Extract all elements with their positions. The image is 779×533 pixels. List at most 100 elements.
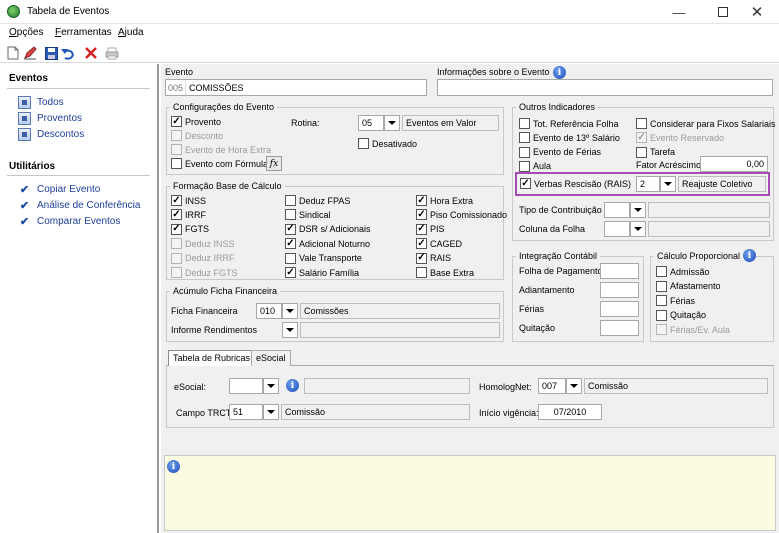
info-icon[interactable]: i xyxy=(743,249,756,262)
proporcional-afastamento-checkbox[interactable]: Afastamento xyxy=(656,280,721,292)
hora-extra-checkbox[interactable]: ✓ Hora Extra xyxy=(416,195,473,206)
vale-transporte-checkbox[interactable]: Vale Transporte xyxy=(285,252,362,264)
sidebar-item-descontos[interactable]: Descontos xyxy=(18,128,84,141)
list-icon xyxy=(18,96,31,109)
trct-input[interactable]: 51 xyxy=(229,404,263,420)
verbas-dropdown[interactable] xyxy=(660,176,676,192)
menu-opcoes[interactable]: Opções xyxy=(9,27,43,38)
sidebar-item-todos[interactable]: Todos xyxy=(18,96,64,109)
evento-field[interactable]: 005 COMISSÕES xyxy=(165,79,427,96)
trct-dropdown[interactable] xyxy=(263,404,279,420)
esocial-input[interactable] xyxy=(229,378,263,394)
caged-checkbox[interactable]: ✓ CAGED xyxy=(416,238,462,250)
print-icon[interactable] xyxy=(104,45,120,61)
proporcional-admissao-checkbox[interactable]: Admissão xyxy=(656,266,710,277)
irrf-checkbox[interactable]: ✓ IRRF xyxy=(171,209,206,221)
tot-referencia-folha-checkbox[interactable]: Tot. Referência Folha xyxy=(519,118,619,129)
deduz-irrf-checkbox[interactable]: Deduz IRRF xyxy=(171,252,235,264)
info-evento-label: Informações sobre o Evento xyxy=(437,67,550,77)
tipo-contribuicao-label: Tipo de Contribuição xyxy=(519,205,602,215)
tab-tabela-rubricas[interactable]: Tabela de Rubricas xyxy=(168,350,256,366)
evento-de-13-salario-checkbox[interactable]: Evento de 13º Salário xyxy=(519,132,620,144)
desconto-checkbox[interactable]: Desconto xyxy=(171,130,223,141)
inicio-vigencia-input[interactable]: 07/2010 xyxy=(538,404,602,420)
integracao-label-folha-de-pagamento: Folha de Pagamento xyxy=(519,266,603,276)
adicional-noturno-checkbox[interactable]: ✓ Adicional Noturno xyxy=(285,238,370,250)
integracao-input-folha-de-pagamento[interactable] xyxy=(600,263,639,279)
sidebar-item-analise-conferencia[interactable]: ✔ Análise de Conferência xyxy=(18,199,141,212)
new-document-icon[interactable] xyxy=(5,45,21,61)
homolognet-input[interactable]: 007 xyxy=(538,378,566,394)
deduz-fpas-checkbox[interactable]: Deduz FPAS xyxy=(285,195,350,206)
tipo-contribuicao-input[interactable] xyxy=(604,202,630,218)
sidebar-item-copiar-evento[interactable]: ✔ Copiar Evento xyxy=(18,183,100,196)
integracao-title: Integração Contábil xyxy=(516,251,601,261)
proporcional-ferias-checkbox[interactable]: Férias xyxy=(656,295,695,307)
tarefa-checkbox[interactable]: Tarefa xyxy=(636,146,675,158)
evento-de-ferias-checkbox[interactable]: Evento de Férias xyxy=(519,146,601,158)
coluna-folha-dropdown[interactable] xyxy=(630,221,646,237)
sidebar-item-comparar-eventos[interactable]: ✔ Comparar Eventos xyxy=(18,215,120,228)
esocial-dropdown[interactable] xyxy=(263,378,279,394)
provento-checkbox[interactable]: ✓ Provento xyxy=(171,116,221,127)
inss-checkbox[interactable]: ✓ INSS xyxy=(171,195,206,206)
tab-esocial[interactable]: eSocial xyxy=(251,350,291,366)
fator-input[interactable]: 0,00 xyxy=(700,156,768,172)
formula-checkbox[interactable]: Evento com Fórmula xyxy=(171,158,268,169)
info-evento-field[interactable] xyxy=(437,79,773,96)
desativado-checkbox[interactable]: Desativado xyxy=(358,138,417,149)
aula-checkbox[interactable]: Aula xyxy=(519,160,551,172)
edit-icon[interactable] xyxy=(22,45,38,61)
info-icon[interactable]: i xyxy=(286,379,299,392)
evento-name: COMISSÕES xyxy=(189,83,244,93)
info-icon[interactable]: i xyxy=(553,66,566,79)
homolognet-dropdown[interactable] xyxy=(566,378,582,394)
deduz-inss-checkbox[interactable]: Deduz INSS xyxy=(171,238,235,250)
integracao-input-adiantamento[interactable] xyxy=(600,282,639,298)
tipo-contribuicao-desc xyxy=(648,202,770,218)
ficha-desc: Comissões xyxy=(300,303,500,319)
rotina-input[interactable]: 05 xyxy=(358,115,384,131)
rais-checkbox[interactable]: ✓ RAIS xyxy=(416,252,451,264)
ficha-dropdown[interactable] xyxy=(282,303,298,319)
tipo-contribuicao-dropdown[interactable] xyxy=(630,202,646,218)
close-window-button[interactable]: ✕ xyxy=(735,0,779,24)
acumulo-title: Acúmulo Ficha Financeira xyxy=(170,286,281,296)
integracao-input-quitacao[interactable] xyxy=(600,320,639,336)
considerar-para-fixos-salariais-checkbox[interactable]: Considerar para Fixos Salariais xyxy=(636,118,776,129)
dsr-s-adicionais-checkbox[interactable]: ✓ DSR s/ Adicionais xyxy=(285,223,371,235)
hora-extra-checkbox[interactable]: Evento de Hora Extra xyxy=(171,144,271,155)
notes-area[interactable] xyxy=(164,455,776,531)
formula-button[interactable]: fx xyxy=(266,156,282,171)
fgts-checkbox[interactable]: ✓ FGTS xyxy=(171,223,209,235)
undo-icon[interactable] xyxy=(60,45,76,61)
integracao-input-ferias[interactable] xyxy=(600,301,639,317)
verbas-input[interactable]: 2 xyxy=(636,176,660,192)
rotina-dropdown[interactable] xyxy=(384,115,400,131)
proporcional-ferias-ev-aula-checkbox[interactable]: Férias/Ev. Aula xyxy=(656,324,730,336)
proporcional-quitacao-checkbox[interactable]: Quitação xyxy=(656,309,706,321)
minimize-button[interactable]: — xyxy=(657,0,701,24)
pis-checkbox[interactable]: ✓ PIS xyxy=(416,223,445,235)
sidebar-item-proventos[interactable]: Proventos xyxy=(18,112,82,125)
verbas-desc: Reajuste Coletivo xyxy=(678,176,766,192)
app-icon xyxy=(7,5,20,18)
integracao-label-ferias: Férias xyxy=(519,304,545,314)
config-title: Configurações do Evento xyxy=(170,102,278,112)
evento-reservado-checkbox[interactable]: ✓ Evento Reservado xyxy=(636,132,724,144)
base-extra-checkbox[interactable]: Base Extra xyxy=(416,267,474,278)
salario-familia-checkbox[interactable]: ✓ Salário Família xyxy=(285,267,359,278)
delete-icon[interactable] xyxy=(83,45,99,61)
verbas-checkbox[interactable]: ✓ Verbas Rescisão (RAIS) xyxy=(520,178,631,189)
homolognet-label: HomologNet: xyxy=(479,382,532,392)
menu-ferramentas[interactable]: Ferramentas xyxy=(55,27,112,38)
sindical-checkbox[interactable]: Sindical xyxy=(285,209,331,221)
informe-dropdown[interactable] xyxy=(282,322,298,338)
menu-ajuda[interactable]: Ajuda xyxy=(118,27,144,38)
informe-label: Informe Rendimentos xyxy=(171,325,258,335)
ficha-input[interactable]: 010 xyxy=(256,303,282,319)
save-icon[interactable] xyxy=(43,45,59,61)
piso-comissionado-checkbox[interactable]: ✓ Piso Comissionado xyxy=(416,209,507,221)
deduz-fgts-checkbox[interactable]: Deduz FGTS xyxy=(171,267,238,278)
coluna-folha-input[interactable] xyxy=(604,221,630,237)
